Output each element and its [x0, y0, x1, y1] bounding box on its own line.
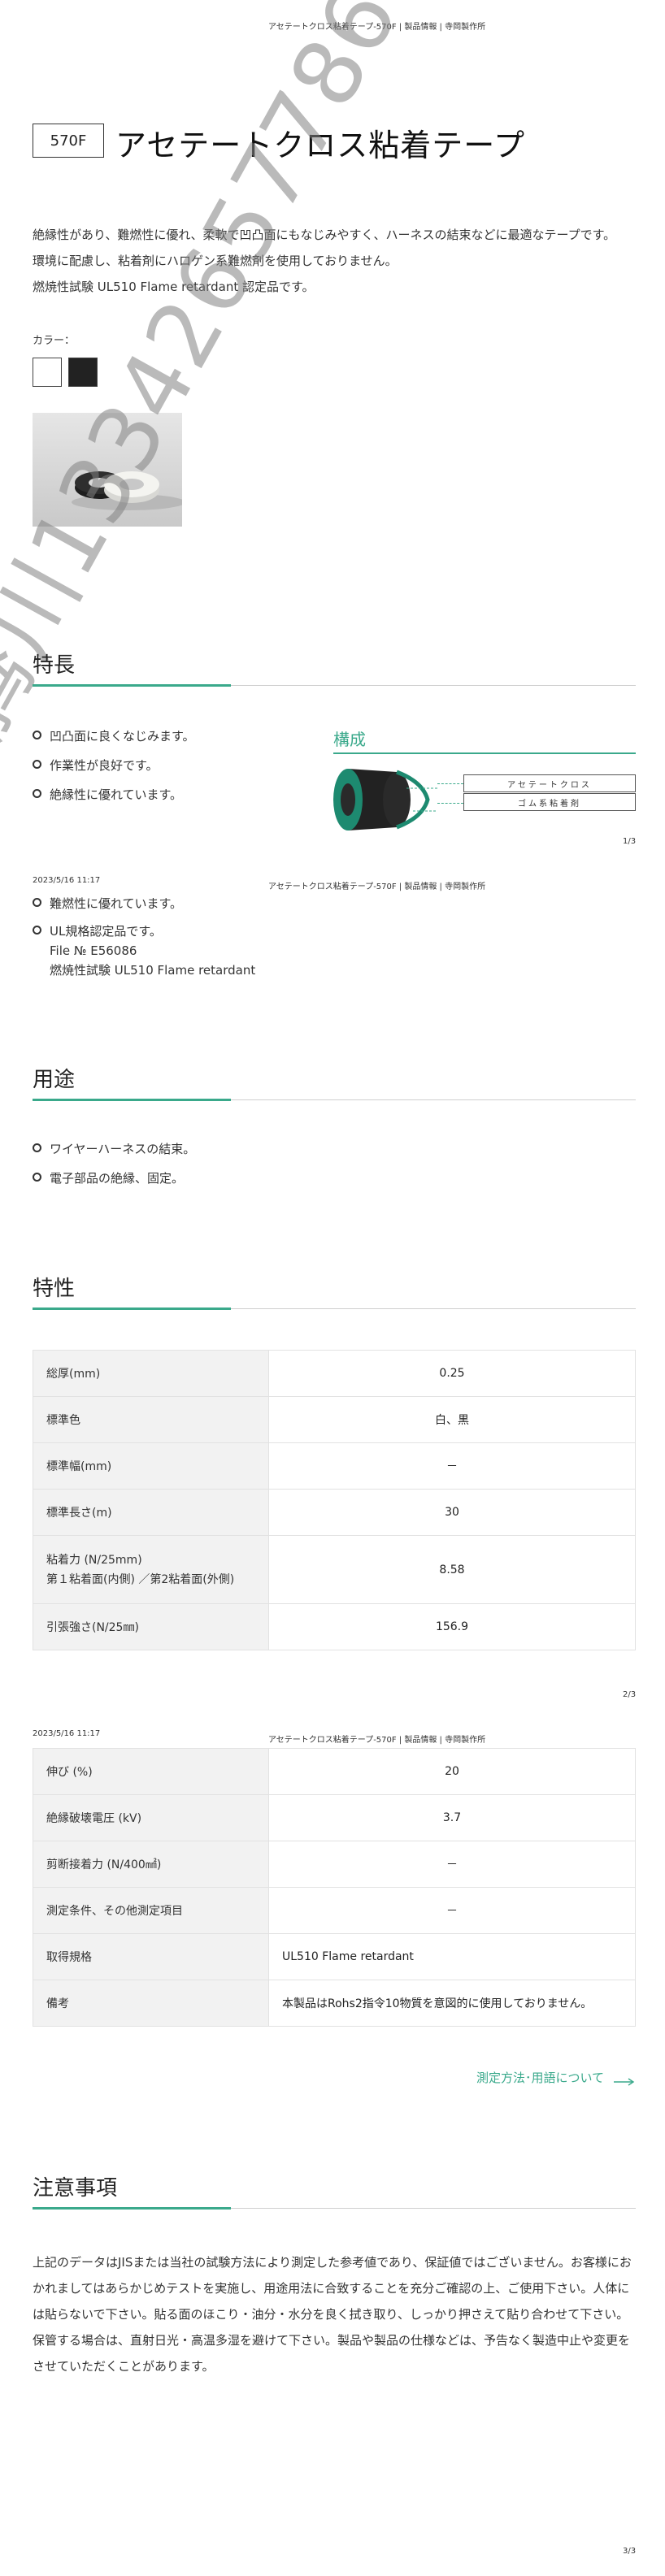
notice-text: 上記のデータはJISまたは当社の試験方法により測定した参考値であり、保証値ではご…: [33, 2255, 632, 2374]
table-row: 標準幅(mm) －: [33, 1442, 636, 1490]
print-date: 2023/5/16 11:17: [33, 1729, 101, 1738]
properties-table: 総厚(mm) 0.25 標準色 白、黒 標準幅(mm) － 標準長さ(m) 30 粘着力…: [33, 1350, 636, 1650]
bullet-icon: [33, 898, 41, 907]
section-accent-rule: [33, 2207, 231, 2210]
features-heading: 特長: [33, 653, 76, 678]
bullet-icon: [33, 789, 41, 798]
table-row: 備考 本製品はRohs2指令10物質を意図的に使用しておりません。: [33, 1980, 636, 2027]
usage-item: 電子部品の絶縁、固定。: [33, 1169, 184, 1188]
product-code-badge: 570F: [33, 124, 104, 158]
description-line-1: 絶縁性があり、難燃性に優れ、柔軟で凹凸面にもなじみやすく、ハーネスの結束などに最…: [33, 228, 616, 242]
table-row: 測定条件、その他測定項目－: [33, 1887, 636, 1934]
structure-rule: [333, 752, 636, 754]
bullet-icon: [33, 1143, 41, 1152]
leader-line: [437, 783, 463, 784]
feature-item: 凹凸面に良くなじみます。: [33, 726, 195, 746]
layer-label-adhesive: ゴム系粘着剤: [463, 793, 636, 811]
section-accent-rule: [33, 684, 231, 687]
page-number: 3/3: [623, 2547, 637, 2556]
tape-roll-diagram: [332, 764, 454, 834]
table-row: 総厚(mm) 0.25: [33, 1350, 636, 1397]
print-date: 2023/5/16 11:17: [33, 876, 101, 885]
page-header: アセテートクロス粘着テープ-570F | 製品情報 | 寺岡製作所: [268, 1736, 486, 1745]
structure-heading: 構成: [333, 730, 366, 749]
properties-heading: 特性: [33, 1277, 76, 1301]
page-number: 1/3: [623, 837, 637, 846]
bullet-icon: [33, 760, 41, 769]
feature-item-ul: UL規格認定品です。 File № E56086 燃焼性試験 UL510 Fla…: [33, 922, 255, 980]
table-row: 取得規格 UL510 Flame retardant: [33, 1933, 636, 1980]
page-number: 2/3: [623, 1690, 637, 1699]
table-row: 標準長さ(m) 30: [33, 1489, 636, 1536]
feature-item: 絶縁性に優れています。: [33, 785, 182, 804]
table-row: 粘着力 (N/25mm) 第１粘着面(内側) ／第2粘着面(外側) 8.58: [33, 1535, 636, 1604]
bullet-icon: [33, 1173, 41, 1182]
bullet-icon: [33, 926, 41, 935]
color-swatch-white[interactable]: [33, 358, 62, 387]
layer-label-acetate: アセテートクロス: [463, 774, 636, 792]
section-accent-rule: [33, 1099, 231, 1101]
properties-table-continued: 伸び (%) 20 絶縁破壊電圧 (kV) 3.7 剪断接着力 (N/400㎟) － …: [33, 1748, 636, 2027]
usage-item: ワイヤーハーネスの結束。: [33, 1139, 195, 1159]
section-accent-rule: [33, 1308, 231, 1310]
measurement-terms-link[interactable]: 測定方法･用語について: [476, 2069, 635, 2086]
color-label: カラー：: [33, 335, 76, 347]
table-row: 絶縁破壊電圧 (kV) 3.7: [33, 1794, 636, 1841]
watermark-text: 腾川13342657786: [0, 0, 419, 756]
table-row: 伸び (%) 20: [33, 1748, 636, 1795]
leader-line: [437, 803, 463, 804]
notice-heading: 注意事項: [33, 2176, 118, 2201]
table-row: 剪断接着力 (N/400㎟) －: [33, 1841, 636, 1888]
table-row: 標準色 白、黒: [33, 1396, 636, 1443]
usage-heading: 用途: [33, 1068, 76, 1092]
feature-item: 難燃性に優れています。: [33, 894, 182, 913]
table-row: 引張強さ(N/25㎜) 156.9: [33, 1603, 636, 1650]
bullet-icon: [33, 731, 41, 739]
arrow-right-icon: [614, 2074, 635, 2086]
page-header: アセテートクロス粘着テープ-570F | 製品情報 | 寺岡製作所: [268, 883, 486, 891]
feature-item: 作業性が良好です。: [33, 756, 159, 775]
